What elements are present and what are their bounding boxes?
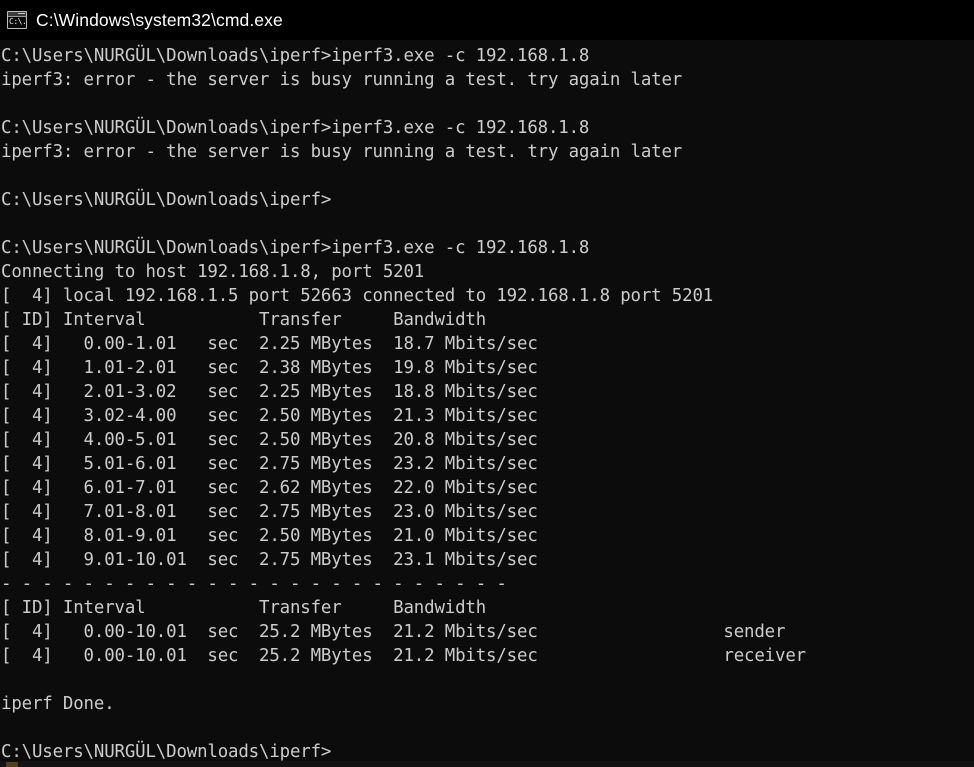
console-line: Connecting to host 192.168.1.8, port 520…	[1, 262, 425, 282]
console-line: [ 4] 1.01-2.01 sec 2.38 MBytes 19.8 Mbit…	[1, 358, 538, 378]
console-line: [ 4] 0.00-10.01 sec 25.2 MBytes 21.2 Mbi…	[1, 646, 806, 666]
console-line: C:\Users\NURGÜL\Downloads\iperf>	[1, 190, 332, 210]
console-line: [ 4] 8.01-9.01 sec 2.50 MBytes 21.0 Mbit…	[1, 526, 538, 546]
console-line: - - - - - - - - - - - - - - - - - - - - …	[1, 574, 507, 594]
console-line: C:\Users\NURGÜL\Downloads\iperf>iperf3.e…	[1, 118, 590, 138]
console-line: [ 4] 4.00-5.01 sec 2.50 MBytes 20.8 Mbit…	[1, 430, 538, 450]
console-line: iperf Done.	[1, 694, 115, 714]
console-line: [ 4] 7.01-8.01 sec 2.75 MBytes 23.0 Mbit…	[1, 502, 538, 522]
console-line: [ 4] 0.00-1.01 sec 2.25 MBytes 18.7 Mbit…	[1, 334, 538, 354]
console-text-buffer: C:\Users\NURGÜL\Downloads\iperf>iperf3.e…	[0, 40, 806, 764]
console-line: [ 4] 3.02-4.00 sec 2.50 MBytes 21.3 Mbit…	[1, 406, 538, 426]
console-line: [ 4] 6.01-7.01 sec 2.62 MBytes 22.0 Mbit…	[1, 478, 538, 498]
taskbar-sliver	[0, 761, 974, 767]
console-line: [ ID] Interval Transfer Bandwidth	[1, 310, 487, 330]
cmd-console-icon: C:\.	[7, 11, 27, 29]
console-line: [ 4] 9.01-10.01 sec 2.75 MBytes 23.1 Mbi…	[1, 550, 538, 570]
window-title: C:\Windows\system32\cmd.exe	[36, 10, 283, 30]
console-output-area[interactable]: C:\Users\NURGÜL\Downloads\iperf>iperf3.e…	[0, 40, 974, 767]
console-line: iperf3: error - the server is busy runni…	[1, 142, 683, 162]
console-line: [ 4] 0.00-10.01 sec 25.2 MBytes 21.2 Mbi…	[1, 622, 786, 642]
console-line: iperf3: error - the server is busy runni…	[1, 70, 683, 90]
console-line: [ ID] Interval Transfer Bandwidth	[1, 598, 487, 618]
console-line: [ 4] 5.01-6.01 sec 2.75 MBytes 23.2 Mbit…	[1, 454, 538, 474]
console-line: C:\Users\NURGÜL\Downloads\iperf>iperf3.e…	[1, 238, 590, 258]
icon-prompt-glyph: C:\.	[9, 17, 26, 26]
window-titlebar[interactable]: C:\. C:\Windows\system32\cmd.exe	[0, 0, 974, 40]
console-line: [ 4] local 192.168.1.5 port 52663 connec…	[1, 286, 714, 306]
console-line: C:\Users\NURGÜL\Downloads\iperf>iperf3.e…	[1, 46, 590, 66]
taskbar-icon	[6, 762, 18, 767]
console-line: [ 4] 2.01-3.02 sec 2.25 MBytes 18.8 Mbit…	[1, 382, 538, 402]
cmd-console-window: C:\. C:\Windows\system32\cmd.exe C:\User…	[0, 0, 974, 767]
